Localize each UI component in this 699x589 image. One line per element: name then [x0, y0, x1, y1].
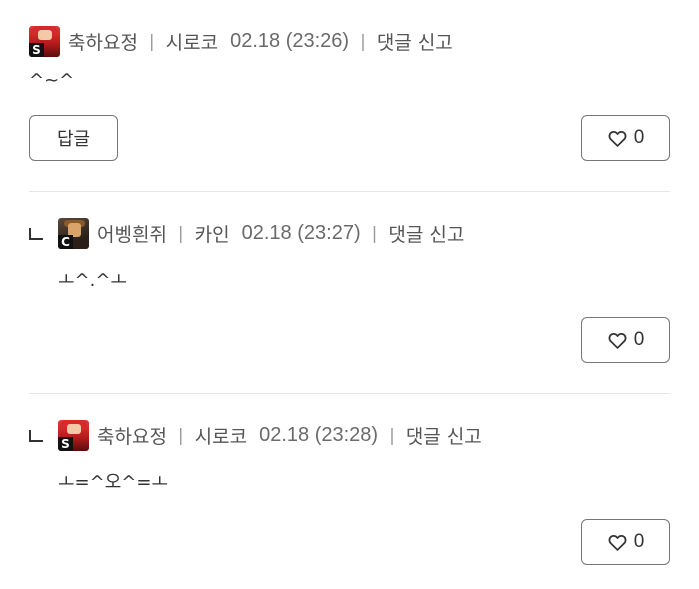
comment-item: S 축하요정 | 시로코 02.18 (23:26) | 댓글 신고 ^~^ 답…: [0, 0, 699, 192]
separator: |: [177, 425, 184, 446]
reply-arrow-icon: [29, 430, 43, 442]
comment-text: ㅗ^.^ㅗ: [58, 270, 128, 291]
report-comment-link[interactable]: 댓글 신고: [377, 28, 453, 55]
heart-icon: [608, 130, 627, 147]
server-name: 시로코: [165, 32, 219, 54]
separator: |: [360, 31, 366, 52]
avatar-badge: S: [29, 43, 44, 57]
comment-text: ㅗ=^오^=ㅗ: [58, 472, 169, 493]
reply-button-label: 답글: [56, 129, 91, 150]
separator: |: [148, 31, 155, 52]
comment-meta: S 축하요정 | 시로코 02.18 (23:28) | 댓글 신고: [58, 420, 482, 451]
report-comment-link[interactable]: 댓글 신고: [406, 422, 482, 449]
avatar[interactable]: C: [58, 218, 89, 249]
avatar-badge: C: [58, 235, 73, 249]
like-button[interactable]: 0: [581, 115, 670, 161]
heart-icon: [608, 534, 627, 551]
reply-button[interactable]: 답글: [29, 115, 118, 161]
nickname[interactable]: 어벵흰쥐: [97, 220, 167, 247]
comment-meta: S 축하요정 | 시로코 02.18 (23:26) | 댓글 신고: [29, 26, 453, 57]
avatar-face: [38, 30, 52, 40]
comment-text: ^~^: [29, 70, 75, 91]
comment-meta: C 어벵흰쥐 | 카인 02.18 (23:27) | 댓글 신고: [58, 218, 464, 249]
heart-icon: [608, 332, 627, 349]
report-comment-link[interactable]: 댓글 신고: [388, 220, 464, 247]
separator: |: [389, 425, 395, 446]
avatar-badge: S: [58, 437, 73, 451]
comment-datetime: 02.18 (23:27): [241, 222, 361, 244]
reply-item: S 축하요정 | 시로코 02.18 (23:28) | 댓글 신고 ㅗ=^오^…: [0, 394, 699, 589]
like-count: 0: [633, 531, 645, 552]
like-count: 0: [633, 329, 645, 350]
reply-arrow-icon: [29, 228, 43, 240]
separator: |: [371, 223, 378, 244]
nickname[interactable]: 축하요정: [97, 422, 167, 449]
avatar-face: [67, 424, 81, 434]
like-button[interactable]: 0: [581, 519, 670, 565]
reply-item: C 어벵흰쥐 | 카인 02.18 (23:27) | 댓글 신고 ㅗ^.^ㅗ …: [0, 192, 699, 394]
server-name: 시로코: [194, 426, 248, 448]
comment-datetime: 02.18 (23:26): [230, 30, 350, 52]
nickname[interactable]: 축하요정: [68, 28, 138, 55]
server-name: 카인: [194, 224, 230, 246]
like-count: 0: [633, 127, 645, 148]
avatar[interactable]: S: [58, 420, 89, 451]
like-button[interactable]: 0: [581, 317, 670, 363]
separator: |: [177, 223, 184, 244]
avatar[interactable]: S: [29, 26, 60, 57]
comment-datetime: 02.18 (23:28): [259, 424, 379, 446]
